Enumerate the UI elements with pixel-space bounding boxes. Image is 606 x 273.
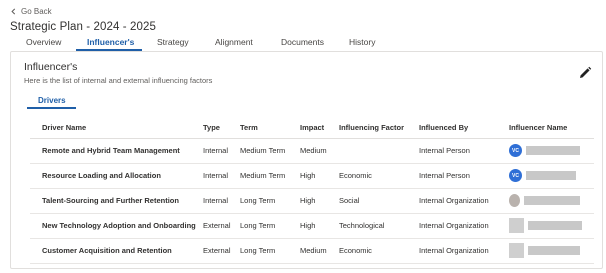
influencer-name-cell [509, 213, 594, 239]
influenced-by-cell: Internal Organization [419, 213, 509, 239]
table-row[interactable]: Talent-Sourcing and Further Retention In… [30, 188, 594, 214]
column-header-type[interactable]: Type [203, 118, 240, 139]
avatar-placeholder [509, 243, 524, 258]
influencing-factor-cell [339, 138, 419, 164]
influencer-name-cell [509, 238, 594, 264]
section-heading: Influencer's [24, 61, 78, 73]
subtab-drivers[interactable]: Drivers [38, 96, 66, 105]
avatar: VC [509, 169, 522, 182]
driver-name-cell[interactable]: Remote and Hybrid Team Management [30, 138, 203, 164]
avatar-photo [509, 194, 520, 207]
term-cell: Long Term [240, 238, 300, 264]
section-subtitle: Here is the list of internal and externa… [24, 76, 213, 85]
driver-name-cell[interactable]: New Technology Adoption and Onboarding [30, 213, 203, 239]
impact-cell: Medium [300, 238, 339, 264]
term-cell: Medium Term [240, 138, 300, 164]
redacted-name [526, 146, 580, 155]
influenced-by-cell: Internal Organization [419, 188, 509, 214]
table-row[interactable]: New Technology Adoption and Onboarding E… [30, 213, 594, 239]
column-header-term[interactable]: Term [240, 118, 300, 139]
type-cell: External [203, 238, 240, 264]
column-header-influencer-name[interactable]: Influencer Name [509, 118, 594, 139]
avatar-placeholder [509, 218, 524, 233]
influencing-factor-cell: Economic [339, 238, 419, 264]
go-back-label: Go Back [21, 7, 52, 16]
column-header-impact[interactable]: Impact [300, 118, 339, 139]
influencer-name-cell [509, 188, 594, 214]
influencer-name-cell: VC [509, 138, 594, 164]
tab-bar: Overview Influencer's Strategy Alignment… [0, 37, 606, 51]
column-header-driver-name[interactable]: Driver Name [30, 118, 203, 139]
column-header-influenced-by[interactable]: Influenced By [419, 118, 509, 139]
influenced-by-cell: Internal Person [419, 138, 509, 164]
influencing-factor-cell: Social [339, 188, 419, 214]
drivers-table: Driver Name Type Term Impact Influencing… [30, 118, 594, 264]
driver-name-cell[interactable]: Resource Loading and Allocation [30, 163, 203, 189]
table-row[interactable]: Customer Acquisition and Retention Exter… [30, 238, 594, 264]
influencers-card: Influencer's Here is the list of interna… [10, 51, 603, 269]
table-row[interactable]: Remote and Hybrid Team Management Intern… [30, 138, 594, 164]
table-header-row: Driver Name Type Term Impact Influencing… [30, 118, 594, 139]
impact-cell: High [300, 163, 339, 189]
impact-cell: High [300, 213, 339, 239]
page: Go Back Strategic Plan - 2024 - 2025 Ove… [0, 0, 606, 273]
type-cell: Internal [203, 163, 240, 189]
tab-alignment[interactable]: Alignment [215, 37, 253, 47]
type-cell: Internal [203, 138, 240, 164]
tab-documents[interactable]: Documents [281, 37, 324, 47]
redacted-name [526, 171, 576, 180]
impact-cell: Medium [300, 138, 339, 164]
term-cell: Medium Term [240, 163, 300, 189]
subtab-indicator [27, 107, 76, 109]
influenced-by-cell: Internal Person [419, 163, 509, 189]
avatar: VC [509, 144, 522, 157]
go-back-link[interactable]: Go Back [10, 7, 52, 16]
impact-cell: High [300, 188, 339, 214]
driver-name-cell[interactable]: Customer Acquisition and Retention [30, 238, 203, 264]
column-header-influencing-factor[interactable]: Influencing Factor [339, 118, 419, 139]
redacted-name [528, 246, 580, 255]
type-cell: External [203, 213, 240, 239]
tab-history[interactable]: History [349, 37, 375, 47]
term-cell: Long Term [240, 213, 300, 239]
redacted-name [528, 221, 582, 230]
page-title: Strategic Plan - 2024 - 2025 [10, 21, 156, 33]
tab-influencers[interactable]: Influencer's [87, 37, 134, 47]
influencer-name-cell: VC [509, 163, 594, 189]
influencing-factor-cell: Technological [339, 213, 419, 239]
chevron-left-icon [11, 8, 16, 15]
influenced-by-cell: Internal Organization [419, 238, 509, 264]
influencing-factor-cell: Economic [339, 163, 419, 189]
tab-overview[interactable]: Overview [26, 37, 61, 47]
pencil-icon[interactable] [578, 66, 592, 80]
redacted-name [524, 196, 580, 205]
table-row[interactable]: Resource Loading and Allocation Internal… [30, 163, 594, 189]
driver-name-cell[interactable]: Talent-Sourcing and Further Retention [30, 188, 203, 214]
term-cell: Long Term [240, 188, 300, 214]
tab-strategy[interactable]: Strategy [157, 37, 189, 47]
type-cell: Internal [203, 188, 240, 214]
